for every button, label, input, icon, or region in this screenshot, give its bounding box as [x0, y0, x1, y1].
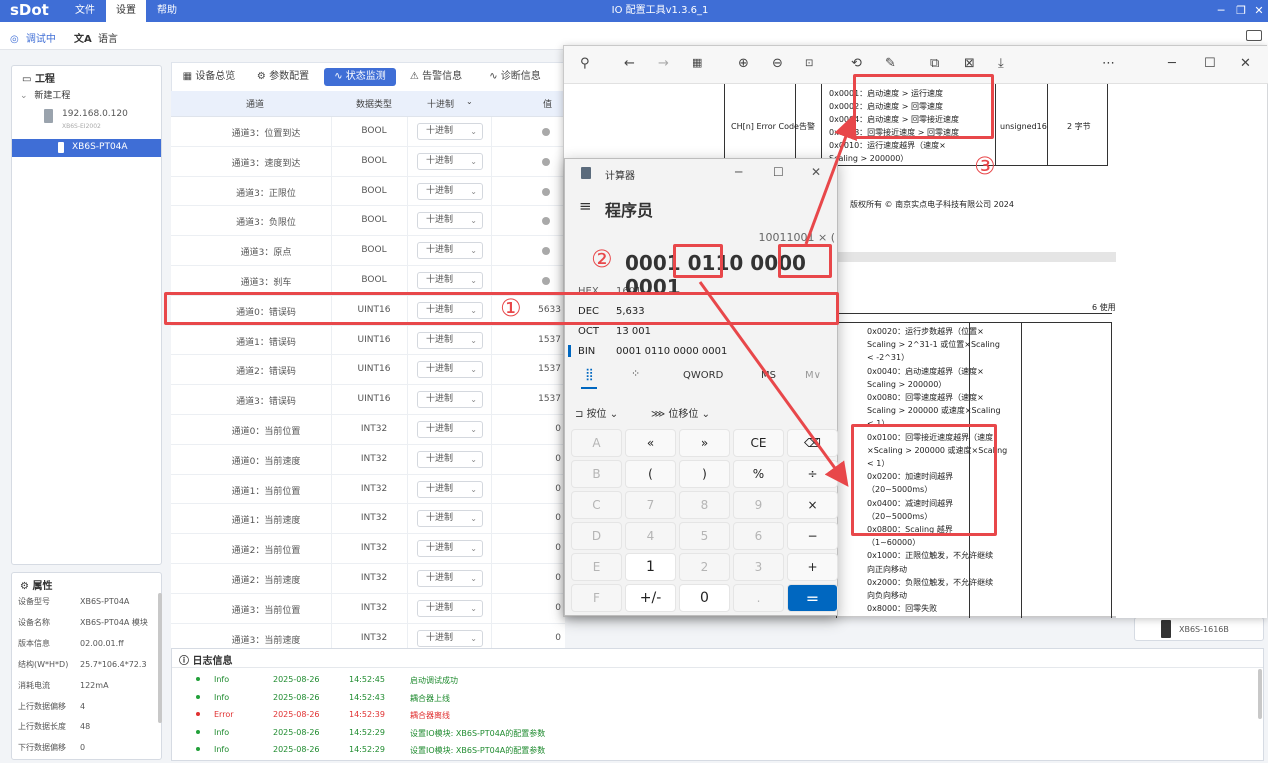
arrow-to-top-codes [804, 114, 857, 245]
arrow-to-bottom-codes [698, 281, 849, 487]
annotation-arrows [698, 114, 857, 487]
